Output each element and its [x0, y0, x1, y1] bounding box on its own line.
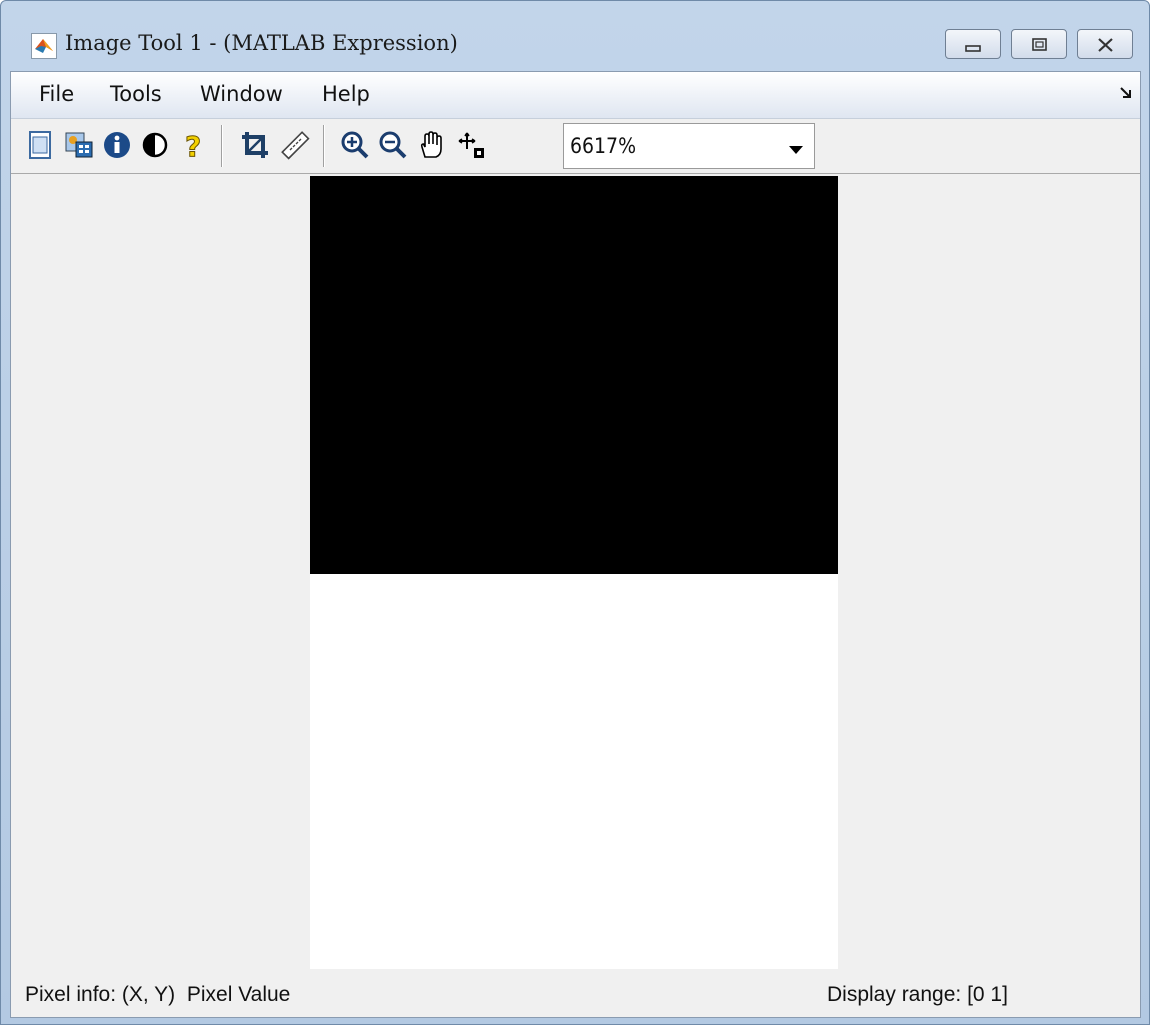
menu-bar: File Tools Window Help [11, 72, 1140, 119]
menu-help[interactable]: Help [322, 82, 370, 106]
toolbar-separator [221, 125, 223, 167]
toolbar: ? 6617% [11, 119, 1140, 174]
close-button[interactable] [1077, 29, 1133, 59]
measure-distance-icon[interactable] [279, 129, 311, 161]
matlab-logo-icon [31, 33, 57, 59]
image-display[interactable] [310, 176, 838, 969]
client-area: File Tools Window Help ? 6617% Pixel inf… [10, 71, 1141, 1018]
image-pixel-white[interactable] [310, 574, 838, 969]
pan-hand-icon[interactable] [415, 129, 447, 161]
display-range-label: Display range: [0 1] [827, 983, 1008, 1006]
minimize-button[interactable] [945, 29, 1001, 59]
menu-file[interactable]: File [39, 82, 74, 106]
contrast-icon[interactable] [139, 129, 171, 161]
image-pixel-black[interactable] [310, 176, 838, 574]
image-tool-window: Image Tool 1 - (MATLAB Expression) File … [0, 0, 1150, 1025]
close-icon [1098, 38, 1113, 52]
zoom-out-icon[interactable] [377, 129, 409, 161]
menu-tools[interactable]: Tools [110, 82, 162, 106]
window-title: Image Tool 1 - (MATLAB Expression) [65, 31, 458, 55]
status-bar: Pixel info: (X, Y) Pixel Value Display r… [11, 969, 1140, 1017]
zoom-value[interactable]: 6617% [570, 134, 636, 158]
new-figure-icon[interactable] [25, 129, 57, 161]
minimize-icon [965, 45, 981, 52]
dock-arrow-icon[interactable] [1119, 86, 1133, 105]
info-icon[interactable] [101, 129, 133, 161]
help-icon[interactable]: ? [177, 129, 209, 162]
toolbar-separator [323, 125, 325, 167]
svg-text:?: ? [185, 130, 201, 161]
image-info-icon[interactable] [63, 129, 95, 161]
zoom-level-combo[interactable]: 6617% [563, 123, 815, 169]
menu-window[interactable]: Window [200, 82, 283, 106]
crop-icon[interactable] [239, 129, 271, 161]
maximize-button[interactable] [1011, 29, 1067, 59]
maximize-icon [1032, 38, 1047, 51]
pixel-info-label: Pixel info: (X, Y) Pixel Value [25, 983, 291, 1006]
pixel-region-icon[interactable] [455, 129, 487, 161]
image-canvas[interactable] [11, 174, 1140, 969]
zoom-in-icon[interactable] [339, 129, 371, 161]
chevron-down-icon[interactable] [788, 142, 804, 160]
title-bar[interactable]: Image Tool 1 - (MATLAB Expression) [1, 1, 1149, 71]
